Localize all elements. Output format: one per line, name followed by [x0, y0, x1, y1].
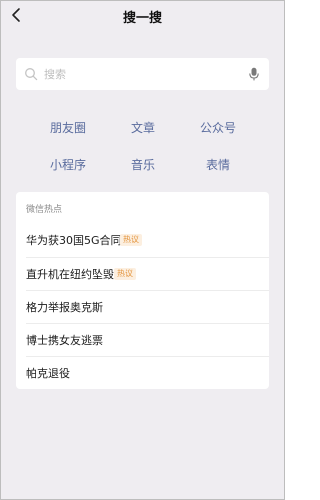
page-title: 搜一搜 [122, 11, 162, 26]
search-page: 搜一搜 朋友圈 文章 公众号 小程序 音乐 表情 微信热点 华为获30国5G合同… [0, 0, 285, 500]
hot-topic-item[interactable]: 帕克退役 [16, 356, 269, 389]
hot-topic-text: 帕克退役 [26, 367, 70, 380]
hot-topic-item[interactable]: 华为获30国5G合同 热议 [16, 223, 269, 257]
search-icon [25, 68, 38, 81]
category-official-accounts[interactable]: 公众号 [183, 119, 253, 136]
header-bar: 搜一搜 [1, 1, 284, 31]
category-articles[interactable]: 文章 [108, 119, 178, 136]
category-music[interactable]: 音乐 [108, 156, 178, 173]
hot-topic-text: 格力举报奥克斯 [26, 301, 103, 314]
hot-topic-text: 直升机在纽约坠毁 [26, 268, 114, 281]
hot-topic-item[interactable]: 博士携女友逃票 [16, 323, 269, 357]
microphone-icon[interactable] [248, 67, 260, 81]
category-mini-programs[interactable]: 小程序 [33, 156, 103, 173]
hot-topics-header: 微信热点 [26, 205, 63, 215]
search-bar[interactable] [16, 58, 269, 90]
category-moments[interactable]: 朋友圈 [33, 119, 103, 136]
hot-topic-item[interactable]: 直升机在纽约坠毁 热议 [16, 257, 269, 291]
hot-topic-text: 华为获30国5G合同 [26, 234, 122, 247]
hot-tag-badge: 热议 [114, 268, 136, 280]
hot-topics-card: 微信热点 华为获30国5G合同 热议 直升机在纽约坠毁 热议 格力举报奥克斯 博… [16, 192, 269, 389]
hot-topic-text: 博士携女友逃票 [26, 334, 103, 347]
category-stickers[interactable]: 表情 [183, 156, 253, 173]
search-input[interactable] [44, 64, 244, 84]
hot-tag-badge: 热议 [120, 234, 142, 246]
hot-topic-item[interactable]: 格力举报奥克斯 [16, 290, 269, 324]
